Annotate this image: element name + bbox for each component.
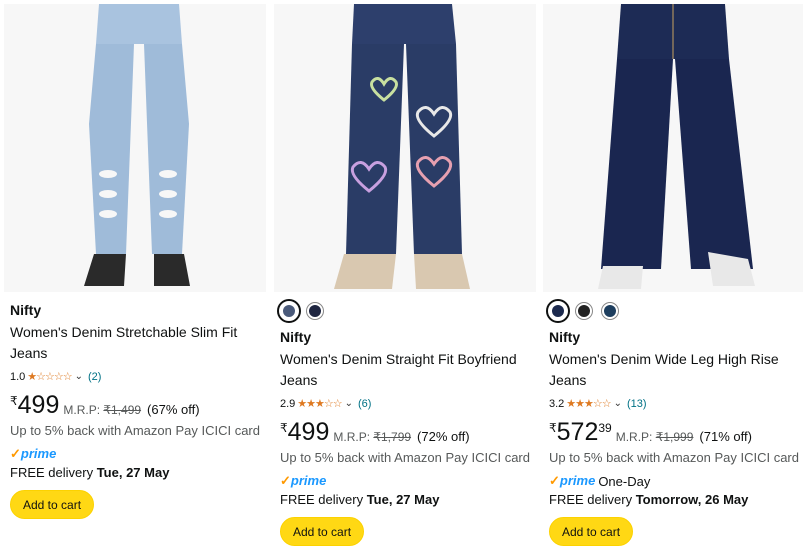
discount-percent: (67% off) — [147, 402, 200, 417]
product-title[interactable]: Women's Denim Straight Fit Boyfriend Jea… — [280, 349, 532, 391]
product-image[interactable] — [543, 4, 803, 292]
price-whole: 499 — [287, 418, 330, 446]
add-to-cart-button[interactable]: Add to cart — [280, 517, 365, 546]
price-fraction: 39 — [598, 421, 612, 435]
price-row[interactable]: ₹ 499 M.R.P: ₹1,499 (67% off) — [10, 392, 262, 418]
delivery-info: FREE delivery Tue, 27 May — [10, 464, 262, 482]
discount-percent: (71% off) — [699, 429, 752, 444]
cashback-offer: Up to 5% back with Amazon Pay ICICI card — [549, 450, 799, 465]
delivery-date: Tue, 27 May — [96, 465, 170, 480]
product-image[interactable] — [4, 4, 266, 292]
rating-value: 2.9 — [280, 398, 296, 410]
swatch-dot — [578, 305, 590, 317]
chevron-down-icon[interactable]: ⌄ — [75, 370, 83, 384]
product-image[interactable] — [274, 4, 536, 292]
color-swatches — [546, 299, 801, 323]
star-rating-icon[interactable]: ★★★☆☆ — [566, 397, 611, 411]
rating-row[interactable]: 1.0 ★☆☆☆☆ ⌄ (2) — [10, 370, 262, 384]
product-brand: Nifty — [280, 329, 312, 345]
rating-value: 1.0 — [10, 371, 26, 383]
product-title-line2[interactable]: Jeans — [10, 345, 47, 361]
price-whole: 499 — [17, 391, 60, 419]
star-rating-icon[interactable]: ★★★☆☆ — [297, 397, 342, 411]
delivery-prefix: FREE delivery — [549, 492, 636, 507]
color-swatch[interactable] — [575, 302, 593, 320]
prime-label: prime — [20, 446, 57, 461]
chevron-down-icon[interactable]: ⌄ — [614, 397, 622, 411]
cashback-offer: Up to 5% back with Amazon Pay ICICI card — [10, 423, 260, 438]
cashback-offer: Up to 5% back with Amazon Pay ICICI card — [280, 450, 530, 465]
prime-check-icon: ✓ — [280, 473, 291, 488]
rating-value: 3.2 — [549, 398, 565, 410]
mrp-label-text: M.R.P: — [333, 430, 371, 444]
mrp-value: ₹1,499 — [103, 403, 142, 417]
review-count-link[interactable]: (13) — [627, 397, 647, 411]
star-rating-icon[interactable]: ★☆☆☆☆ — [27, 370, 72, 384]
prime-check-icon: ✓ — [549, 473, 560, 488]
product-title-line2[interactable]: Jeans — [280, 372, 317, 388]
discount-percent: (72% off) — [417, 429, 470, 444]
price-row[interactable]: ₹ 572 39 M.R.P: ₹1,999 (71% off) — [549, 419, 801, 445]
color-swatch-selected[interactable] — [546, 299, 570, 323]
currency-symbol: ₹ — [10, 394, 18, 408]
product-title-line2[interactable]: Jeans — [549, 372, 586, 388]
product-title-line1[interactable]: Women's Denim Stretchable Slim Fit — [10, 324, 237, 340]
prime-label: prime — [290, 473, 327, 488]
color-swatches — [277, 299, 532, 323]
product-title-line1[interactable]: Women's Denim Straight Fit Boyfriend — [280, 351, 517, 367]
prime-badge: ✓prime One-Day — [549, 473, 801, 489]
prime-badge: ✓prime — [280, 473, 532, 489]
product-title-line1[interactable]: Women's Denim Wide Leg High Rise — [549, 351, 779, 367]
prime-logo-icon: ✓prime — [10, 447, 56, 461]
jeans-wide-leg-image — [543, 4, 803, 292]
product-card[interactable]: Nifty Women's Denim Wide Leg High Rise J… — [543, 0, 803, 557]
product-title[interactable]: Women's Denim Stretchable Slim Fit Jeans — [10, 322, 262, 364]
jeans-slim-fit-image — [4, 4, 266, 292]
delivery-info: FREE delivery Tomorrow, 26 May — [549, 491, 801, 509]
product-card[interactable]: Nifty Women's Denim Stretchable Slim Fit… — [4, 0, 266, 557]
prime-logo-icon: ✓prime — [549, 474, 595, 488]
product-card[interactable]: Nifty Women's Denim Straight Fit Boyfrie… — [274, 0, 536, 557]
product-brand: Nifty — [10, 302, 42, 318]
delivery-date: Tue, 27 May — [366, 492, 440, 507]
product-brand: Nifty — [549, 329, 581, 345]
color-swatch[interactable] — [306, 302, 324, 320]
swatch-dot — [604, 305, 616, 317]
delivery-date: Tomorrow, 26 May — [635, 492, 749, 507]
swatch-dot — [283, 305, 295, 317]
price-row[interactable]: ₹ 499 M.R.P: ₹1,799 (72% off) — [280, 419, 532, 445]
price-whole: 572 — [556, 418, 599, 446]
color-swatch-selected[interactable] — [277, 299, 301, 323]
mrp-label: M.R.P: ₹1,999 — [616, 430, 694, 444]
review-count-link[interactable]: (6) — [358, 397, 371, 411]
currency-symbol: ₹ — [549, 421, 557, 435]
chevron-down-icon[interactable]: ⌄ — [345, 397, 353, 411]
swatch-dot — [552, 305, 564, 317]
prime-badge: ✓prime — [10, 446, 262, 462]
delivery-prefix: FREE delivery — [280, 492, 367, 507]
add-to-cart-button[interactable]: Add to cart — [10, 490, 95, 519]
rating-row[interactable]: 2.9 ★★★☆☆ ⌄ (6) — [280, 397, 532, 411]
review-count-link[interactable]: (2) — [88, 370, 101, 384]
currency-symbol: ₹ — [280, 421, 288, 435]
prime-extra: One-Day — [598, 473, 651, 489]
mrp-value: ₹1,799 — [373, 430, 412, 444]
prime-logo-icon: ✓prime — [280, 474, 326, 488]
mrp-label-text: M.R.P: — [615, 430, 653, 444]
rating-row[interactable]: 3.2 ★★★☆☆ ⌄ (13) — [549, 397, 801, 411]
mrp-label: M.R.P: ₹1,799 — [333, 430, 411, 444]
mrp-label-text: M.R.P: — [63, 403, 101, 417]
add-to-cart-button[interactable]: Add to cart — [549, 517, 634, 546]
mrp-value: ₹1,999 — [655, 430, 694, 444]
prime-check-icon: ✓ — [10, 446, 21, 461]
delivery-prefix: FREE delivery — [10, 465, 97, 480]
jeans-boyfriend-image — [274, 4, 536, 292]
delivery-info: FREE delivery Tue, 27 May — [280, 491, 532, 509]
product-title[interactable]: Women's Denim Wide Leg High Rise Jeans — [549, 349, 801, 391]
color-swatch[interactable] — [601, 302, 619, 320]
mrp-label: M.R.P: ₹1,499 — [63, 403, 141, 417]
swatch-dot — [309, 305, 321, 317]
prime-label: prime — [559, 473, 596, 488]
